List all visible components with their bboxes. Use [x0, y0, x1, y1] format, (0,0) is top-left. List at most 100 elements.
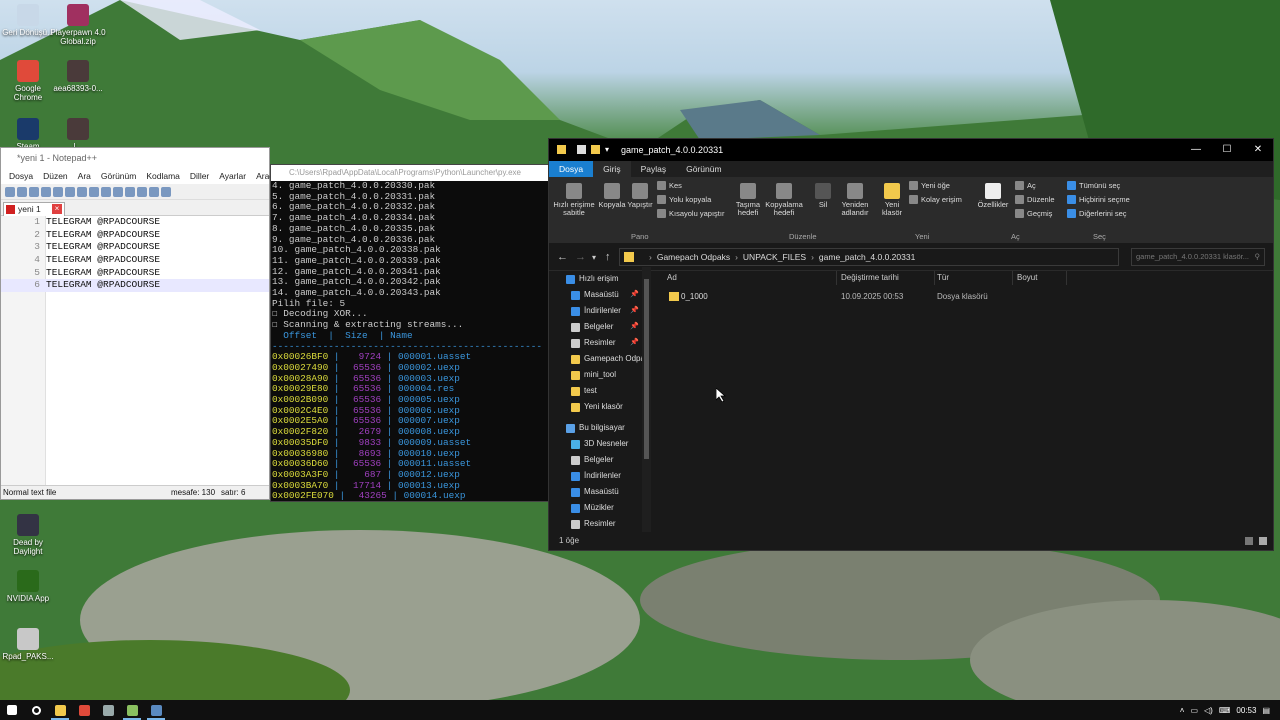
ribbon-tab[interactable]: Dosya — [549, 161, 594, 177]
taskbar-app[interactable] — [72, 700, 96, 720]
desktop-icon-item[interactable]: Google Chrome — [0, 60, 56, 102]
breadcrumb-separator[interactable]: › — [644, 252, 657, 262]
python-console-window[interactable]: C:\Users\Rpad\AppData\Local\Programs\Pyt… — [270, 164, 550, 502]
column-date[interactable]: Değiştirme tarihi — [841, 271, 935, 285]
language-icon[interactable]: ⌨ — [1219, 706, 1231, 715]
zoom-in-icon[interactable] — [161, 186, 171, 197]
desktop-icon-item[interactable]: Playerpawn 4.0 Global.zip — [50, 4, 106, 46]
new-file-icon[interactable] — [5, 186, 15, 197]
menu-item[interactable]: Kodlama — [141, 171, 185, 181]
desktop-icon-item[interactable]: Rpad_PAKS... — [0, 628, 56, 661]
copy-path-button[interactable]: Yolu kopyala — [657, 195, 711, 204]
print-icon[interactable] — [65, 186, 75, 197]
nav-item[interactable]: test — [549, 383, 653, 399]
redo-icon[interactable] — [125, 186, 135, 197]
address-bar[interactable]: › Gamepach Odpaks › UNPACK_FILES › game_patch… — [619, 248, 1119, 266]
ribbon-tab[interactable]: Paylaş — [631, 161, 677, 177]
desktop-icon-item[interactable]: Geri Dönüşü... — [0, 4, 56, 37]
console-title-bar[interactable]: C:\Users\Rpad\AppData\Local\Programs\Pyt… — [271, 165, 549, 181]
taskbar-app[interactable] — [96, 700, 120, 720]
nav-item[interactable]: İndirilenler — [549, 468, 653, 484]
breadcrumb-item[interactable]: Gamepach Odpaks — [657, 252, 730, 262]
properties-icon[interactable] — [577, 145, 586, 154]
cut-button[interactable]: Kes — [657, 181, 682, 190]
new-folder-button[interactable]: Yeni klasör — [877, 183, 907, 217]
paste-shortcut-button[interactable]: Kısayolu yapıştır — [657, 209, 724, 218]
ribbon-tab[interactable]: Giriş — [593, 161, 631, 177]
nav-item[interactable]: İndirilenler 📌 — [549, 303, 653, 319]
breadcrumb-separator[interactable]: › — [806, 252, 819, 262]
open-file-icon[interactable] — [17, 186, 27, 197]
menu-item[interactable]: Ayarlar — [214, 171, 251, 181]
scrollbar-thumb[interactable] — [644, 279, 649, 459]
undo-icon[interactable] — [113, 186, 123, 197]
details-view-icon[interactable] — [1259, 537, 1267, 545]
desktop-icon-item[interactable]: NVIDIA App — [0, 570, 56, 603]
file-explorer-window[interactable]: ▾ game_patch_4.0.0.20331 — ☐ ✕ Dosya Giri… — [548, 138, 1274, 551]
chevron-down-icon[interactable]: ▾ — [605, 139, 609, 161]
column-name[interactable]: Ad — [667, 271, 837, 285]
history-button[interactable]: Geçmiş — [1015, 209, 1052, 218]
cut-icon[interactable] — [77, 186, 87, 197]
nav-item[interactable]: Belgeler 📌 — [549, 319, 653, 335]
desktop-icon-item[interactable]: Dead by Daylight — [0, 514, 56, 556]
move-to-button[interactable]: Taşıma hedefi — [733, 183, 763, 217]
save-all-icon[interactable] — [41, 186, 51, 197]
nav-item[interactable]: Gamepach Odpa — [549, 351, 653, 367]
breadcrumb-item[interactable]: game_patch_4.0.0.20331 — [819, 252, 915, 262]
select-none-button[interactable]: Hiçbirini seçme — [1067, 195, 1130, 204]
recent-icon[interactable]: ▾ — [592, 253, 596, 262]
text-editor[interactable]: 1 TELEGRAM @RPADCOURSE 2 TELEGRAM @RPADCOUR… — [1, 216, 269, 486]
edit-button[interactable]: Düzenle — [1015, 195, 1055, 204]
rename-button[interactable]: Yeniden adlandır — [837, 183, 873, 217]
taskbar-app[interactable] — [0, 700, 24, 720]
notepadpp-window[interactable]: *yeni 1 - Notepad++ Dosya Düzen Ara Görünüm… — [0, 147, 283, 500]
delete-button[interactable]: Sil — [811, 183, 835, 209]
save-icon[interactable] — [29, 186, 39, 197]
find-icon[interactable] — [137, 186, 147, 197]
menu-item[interactable]: Ara — [73, 171, 96, 181]
menu-item[interactable]: Görünüm — [96, 171, 141, 181]
network-icon[interactable]: ▭ — [1190, 706, 1198, 715]
up-icon[interactable]: ↑ — [605, 251, 611, 263]
notification-icon[interactable]: ▤ — [1262, 706, 1270, 715]
tab-yeni-1[interactable]: yeni 1 × — [3, 202, 65, 216]
column-type[interactable]: Tür — [937, 271, 1013, 285]
nav-item[interactable]: Hızlı erişim — [549, 271, 653, 287]
new-item-button[interactable]: Yeni öğe — [909, 181, 950, 190]
notepad-title-bar[interactable]: *yeni 1 - Notepad++ — [1, 148, 269, 168]
ribbon-tab[interactable]: Görünüm — [676, 161, 731, 177]
navigation-scrollbar[interactable] — [642, 267, 651, 532]
nav-item[interactable]: 3D Nesneler — [549, 436, 653, 452]
nav-item[interactable]: mini_tool — [549, 367, 653, 383]
properties-button[interactable]: Özellikler — [975, 183, 1011, 209]
list-view-icon[interactable] — [1245, 537, 1253, 545]
pin-quick-access-button[interactable]: Hızlı erişime sabitle — [553, 183, 595, 217]
easy-access-button[interactable]: Kolay erişim — [909, 195, 962, 204]
copy-icon[interactable] — [89, 186, 99, 197]
volume-icon[interactable]: ◁) — [1204, 706, 1213, 715]
close-file-icon[interactable] — [53, 186, 63, 197]
column-size[interactable]: Boyut — [1017, 271, 1067, 285]
select-all-button[interactable]: Tümünü seç — [1067, 181, 1120, 190]
chevron-up-icon[interactable]: ˄ — [1180, 706, 1185, 715]
taskbar-app[interactable] — [144, 700, 168, 720]
paste-icon[interactable] — [101, 186, 111, 197]
nav-item[interactable]: Masaüstü 📌 — [549, 287, 653, 303]
nav-item[interactable]: Resimler — [549, 516, 653, 532]
maximize-icon[interactable]: ☐ — [1212, 139, 1242, 161]
close-tab-icon[interactable]: × — [52, 204, 62, 214]
search-input[interactable]: game_patch_4.0.0.20331 klasör... ⚲ — [1131, 248, 1265, 266]
open-button[interactable]: Aç — [1015, 181, 1036, 190]
explorer-title-bar[interactable]: ▾ game_patch_4.0.0.20331 — ☐ ✕ — [549, 139, 1273, 161]
nav-item[interactable]: Belgeler — [549, 452, 653, 468]
minimize-icon[interactable]: — — [1181, 139, 1211, 161]
nav-item[interactable]: Resimler 📌 — [549, 335, 653, 351]
taskbar-app[interactable] — [120, 700, 144, 720]
nav-item[interactable]: Bu bilgisayar — [549, 420, 653, 436]
back-icon[interactable]: ← — [557, 251, 568, 263]
new-folder-icon[interactable] — [591, 145, 600, 154]
nav-item[interactable]: Yeni klasör — [549, 399, 653, 415]
nav-item[interactable]: Müzikler — [549, 500, 653, 516]
menu-item[interactable]: Diller — [185, 171, 214, 181]
